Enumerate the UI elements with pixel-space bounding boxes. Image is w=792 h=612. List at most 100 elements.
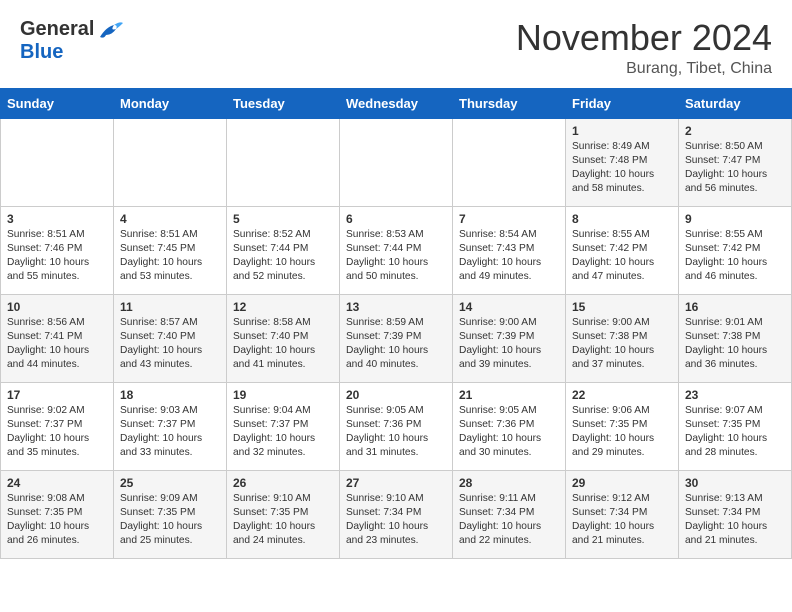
weekday-header-row: SundayMondayTuesdayWednesdayThursdayFrid… — [1, 88, 792, 118]
calendar-cell: 15 Sunrise: 9:00 AM Sunset: 7:38 PM Dayli… — [566, 294, 679, 382]
calendar-cell: 27Sunrise: 9:10 AM Sunset: 7:34 PM Dayli… — [340, 470, 453, 558]
calendar-cell: 17 Sunrise: 9:02 AM Sunset: 7:37 PM Dayli… — [1, 382, 114, 470]
calendar-cell: 30 Sunrise: 9:13 AM Sunset: 7:34 PM Dayli… — [679, 470, 792, 558]
calendar-cell: 10Sunrise: 8:56 AM Sunset: 7:41 PM Dayli… — [1, 294, 114, 382]
calendar-cell — [227, 118, 340, 206]
day-number: 29 — [572, 476, 672, 490]
calendar-cell: 9 Sunrise: 8:55 AM Sunset: 7:42 PM Daylig… — [679, 206, 792, 294]
day-info: Sunrise: 9:12 AM Sunset: 7:34 PM Dayligh… — [572, 492, 672, 549]
day-number: 28 — [459, 476, 559, 490]
calendar-week-row: 3 Sunrise: 8:51 AM Sunset: 7:46 PM Daylig… — [1, 206, 792, 294]
day-info: Sunrise: 8:54 AM Sunset: 7:43 PM Dayligh… — [459, 228, 559, 285]
weekday-header: Monday — [114, 88, 227, 118]
day-info: Sunrise: 9:10 AM Sunset: 7:34 PM Dayligh… — [346, 492, 446, 549]
day-number: 1 — [572, 124, 672, 138]
calendar-cell: 20 Sunrise: 9:05 AM Sunset: 7:36 PM Dayli… — [340, 382, 453, 470]
day-number: 17 — [7, 388, 107, 402]
calendar-cell: 4 Sunrise: 8:51 AM Sunset: 7:45 PM Daylig… — [114, 206, 227, 294]
day-number: 21 — [459, 388, 559, 402]
day-info: Sunrise: 9:05 AM Sunset: 7:36 PM Dayligh… — [346, 404, 446, 461]
day-info: Sunrise: 8:53 AM Sunset: 7:44 PM Dayligh… — [346, 228, 446, 285]
day-number: 8 — [572, 212, 672, 226]
day-number: 22 — [572, 388, 672, 402]
calendar-cell: 3 Sunrise: 8:51 AM Sunset: 7:46 PM Daylig… — [1, 206, 114, 294]
page-subtitle: Burang, Tibet, China — [516, 60, 772, 78]
day-number: 15 — [572, 300, 672, 314]
day-info: Sunrise: 9:10 AM Sunset: 7:35 PM Dayligh… — [233, 492, 333, 549]
day-info: Sunrise: 9:09 AM Sunset: 7:35 PM Dayligh… — [120, 492, 220, 549]
calendar-cell — [1, 118, 114, 206]
day-info: Sunrise: 8:57 AM Sunset: 7:40 PM Dayligh… — [120, 316, 220, 373]
calendar-cell — [114, 118, 227, 206]
day-number: 20 — [346, 388, 446, 402]
day-info: Sunrise: 9:08 AM Sunset: 7:35 PM Dayligh… — [7, 492, 107, 549]
weekday-header: Saturday — [679, 88, 792, 118]
calendar-cell: 28 Sunrise: 9:11 AM Sunset: 7:34 PM Dayli… — [453, 470, 566, 558]
day-number: 14 — [459, 300, 559, 314]
calendar-week-row: 17 Sunrise: 9:02 AM Sunset: 7:37 PM Dayli… — [1, 382, 792, 470]
logo-blue-text: Blue — [20, 41, 63, 64]
day-info: Sunrise: 9:00 AM Sunset: 7:38 PM Dayligh… — [572, 316, 672, 373]
day-number: 23 — [685, 388, 785, 402]
day-info: Sunrise: 8:49 AM Sunset: 7:48 PM Dayligh… — [572, 140, 672, 197]
day-number: 12 — [233, 300, 333, 314]
calendar-cell: 29 Sunrise: 9:12 AM Sunset: 7:34 PM Dayli… — [566, 470, 679, 558]
calendar-cell: 23 Sunrise: 9:07 AM Sunset: 7:35 PM Dayli… — [679, 382, 792, 470]
day-number: 10 — [7, 300, 107, 314]
day-number: 4 — [120, 212, 220, 226]
weekday-header: Wednesday — [340, 88, 453, 118]
weekday-header: Sunday — [1, 88, 114, 118]
day-info: Sunrise: 8:55 AM Sunset: 7:42 PM Dayligh… — [685, 228, 785, 285]
weekday-header: Friday — [566, 88, 679, 118]
calendar-cell: 19 Sunrise: 9:04 AM Sunset: 7:37 PM Dayli… — [227, 382, 340, 470]
weekday-header: Tuesday — [227, 88, 340, 118]
day-number: 9 — [685, 212, 785, 226]
day-number: 24 — [7, 476, 107, 490]
logo-bird-icon — [96, 19, 124, 41]
day-number: 3 — [7, 212, 107, 226]
day-info: Sunrise: 8:51 AM Sunset: 7:46 PM Dayligh… — [7, 228, 107, 285]
day-info: Sunrise: 8:51 AM Sunset: 7:45 PM Dayligh… — [120, 228, 220, 285]
calendar-cell: 2Sunrise: 8:50 AM Sunset: 7:47 PM Daylig… — [679, 118, 792, 206]
calendar-cell: 5Sunrise: 8:52 AM Sunset: 7:44 PM Daylig… — [227, 206, 340, 294]
day-number: 18 — [120, 388, 220, 402]
calendar-cell: 12 Sunrise: 8:58 AM Sunset: 7:40 PM Dayli… — [227, 294, 340, 382]
title-section: November 2024 Burang, Tibet, China — [516, 18, 772, 78]
day-info: Sunrise: 8:58 AM Sunset: 7:40 PM Dayligh… — [233, 316, 333, 373]
day-number: 5 — [233, 212, 333, 226]
day-info: Sunrise: 9:13 AM Sunset: 7:34 PM Dayligh… — [685, 492, 785, 549]
calendar-week-row: 24 Sunrise: 9:08 AM Sunset: 7:35 PM Dayli… — [1, 470, 792, 558]
calendar-cell — [453, 118, 566, 206]
calendar-cell: 21 Sunrise: 9:05 AM Sunset: 7:36 PM Dayli… — [453, 382, 566, 470]
day-info: Sunrise: 8:59 AM Sunset: 7:39 PM Dayligh… — [346, 316, 446, 373]
calendar-cell: 6 Sunrise: 8:53 AM Sunset: 7:44 PM Daylig… — [340, 206, 453, 294]
calendar-week-row: 10Sunrise: 8:56 AM Sunset: 7:41 PM Dayli… — [1, 294, 792, 382]
day-number: 30 — [685, 476, 785, 490]
day-info: Sunrise: 9:04 AM Sunset: 7:37 PM Dayligh… — [233, 404, 333, 461]
calendar-cell: 26 Sunrise: 9:10 AM Sunset: 7:35 PM Dayli… — [227, 470, 340, 558]
day-number: 26 — [233, 476, 333, 490]
day-info: Sunrise: 9:00 AM Sunset: 7:39 PM Dayligh… — [459, 316, 559, 373]
calendar-cell: 1 Sunrise: 8:49 AM Sunset: 7:48 PM Daylig… — [566, 118, 679, 206]
day-number: 2 — [685, 124, 785, 138]
day-number: 11 — [120, 300, 220, 314]
calendar-cell: 18Sunrise: 9:03 AM Sunset: 7:37 PM Dayli… — [114, 382, 227, 470]
day-number: 19 — [233, 388, 333, 402]
calendar-cell: 8 Sunrise: 8:55 AM Sunset: 7:42 PM Daylig… — [566, 206, 679, 294]
calendar-cell: 7 Sunrise: 8:54 AM Sunset: 7:43 PM Daylig… — [453, 206, 566, 294]
page-header: General Blue November 2024 Burang, Tibet… — [0, 0, 792, 88]
logo-general-text: General — [20, 18, 94, 41]
day-info: Sunrise: 9:05 AM Sunset: 7:36 PM Dayligh… — [459, 404, 559, 461]
calendar-cell: 22Sunrise: 9:06 AM Sunset: 7:35 PM Dayli… — [566, 382, 679, 470]
day-number: 7 — [459, 212, 559, 226]
calendar-cell: 11 Sunrise: 8:57 AM Sunset: 7:40 PM Dayli… — [114, 294, 227, 382]
day-info: Sunrise: 9:07 AM Sunset: 7:35 PM Dayligh… — [685, 404, 785, 461]
day-info: Sunrise: 9:01 AM Sunset: 7:38 PM Dayligh… — [685, 316, 785, 373]
calendar-cell: 16Sunrise: 9:01 AM Sunset: 7:38 PM Dayli… — [679, 294, 792, 382]
weekday-header: Thursday — [453, 88, 566, 118]
day-number: 6 — [346, 212, 446, 226]
day-info: Sunrise: 9:11 AM Sunset: 7:34 PM Dayligh… — [459, 492, 559, 549]
day-info: Sunrise: 8:55 AM Sunset: 7:42 PM Dayligh… — [572, 228, 672, 285]
day-number: 25 — [120, 476, 220, 490]
day-info: Sunrise: 9:02 AM Sunset: 7:37 PM Dayligh… — [7, 404, 107, 461]
